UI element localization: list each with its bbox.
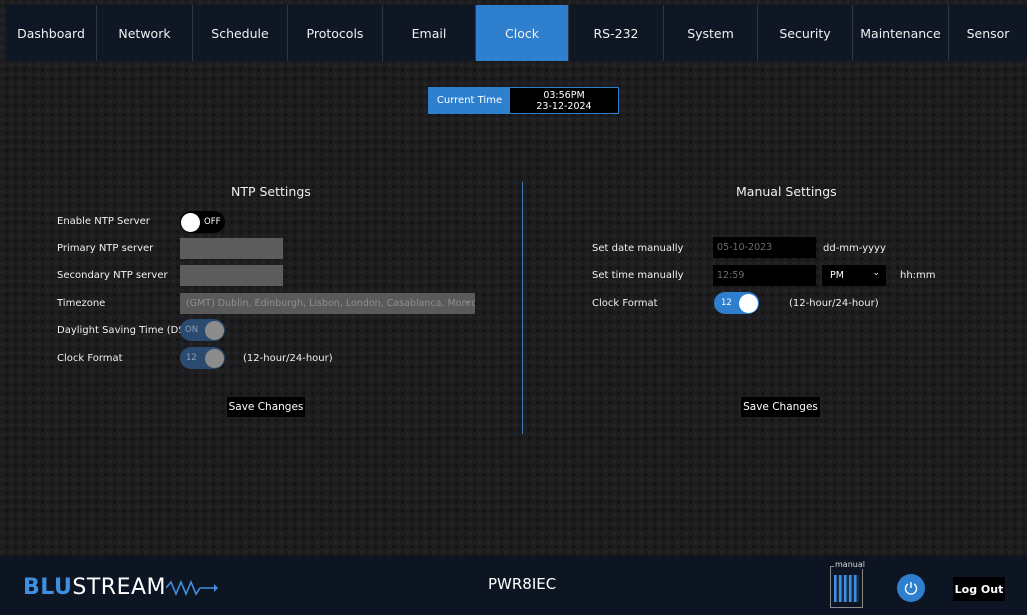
- toggle-knob: [739, 293, 758, 313]
- secondary-ntp-label: Secondary NTP server: [57, 270, 168, 281]
- toggle-knob: [181, 212, 200, 232]
- top-nav: Dashboard Network Schedule Protocols Ema…: [6, 5, 1027, 61]
- time-format-hint: hh:mm: [900, 270, 936, 281]
- manual-settings-title: Manual Settings: [736, 184, 837, 199]
- current-time-time: 03:56PM: [543, 89, 585, 101]
- ntp-clock-format-toggle[interactable]: 12: [180, 347, 225, 369]
- tab-dashboard[interactable]: Dashboard: [6, 5, 97, 61]
- power-icon: [904, 582, 918, 595]
- current-time-value: 03:56PM 23-12-2024: [510, 88, 618, 113]
- tab-email[interactable]: Email: [383, 5, 476, 61]
- ntp-save-button[interactable]: Save Changes: [227, 397, 305, 417]
- manual-qr-link[interactable]: manual: [830, 560, 866, 608]
- ampm-select[interactable]: PM ⌄: [822, 265, 886, 286]
- dst-toggle[interactable]: ON: [180, 319, 225, 341]
- logo-blu: BLU: [23, 575, 73, 600]
- tab-maintenance[interactable]: Maintenance: [853, 5, 949, 61]
- enable-ntp-toggle[interactable]: OFF: [180, 211, 225, 233]
- wave-arrow-icon: [166, 579, 218, 596]
- tab-sensor[interactable]: Sensor: [949, 5, 1027, 61]
- power-button[interactable]: [897, 574, 925, 602]
- ntp-clock-format-label: Clock Format: [57, 353, 123, 364]
- current-time-date: 23-12-2024: [536, 100, 592, 112]
- footer: BLU STREAM PWR8IEC manual Log Out: [0, 556, 1027, 615]
- blustream-logo: BLU STREAM: [23, 575, 218, 600]
- ampm-value: PM: [830, 270, 844, 281]
- time-input[interactable]: 12:59: [713, 265, 816, 286]
- tab-network[interactable]: Network: [97, 5, 193, 61]
- ntp-settings-title: NTP Settings: [231, 184, 311, 199]
- secondary-ntp-input[interactable]: [180, 265, 283, 286]
- logout-button[interactable]: Log Out: [953, 577, 1005, 601]
- tab-protocols[interactable]: Protocols: [288, 5, 383, 61]
- timezone-select[interactable]: (GMT) Dublin, Edinburgh, Lisbon, London,…: [180, 293, 475, 314]
- toggle-state: 12: [721, 298, 732, 308]
- toggle-state: 12: [186, 353, 197, 363]
- ntp-clock-format-hint: (12-hour/24-hour): [243, 353, 333, 364]
- chevron-down-icon: ⌄: [463, 296, 471, 306]
- dst-label: Daylight Saving Time (DST): [57, 325, 195, 336]
- primary-ntp-input[interactable]: [180, 238, 283, 259]
- tab-rs232[interactable]: RS-232: [569, 5, 664, 61]
- toggle-state: ON: [185, 325, 199, 335]
- manual-clock-format-label: Clock Format: [592, 298, 658, 309]
- chevron-down-icon: ⌄: [872, 268, 880, 278]
- enable-ntp-label: Enable NTP Server: [57, 216, 150, 227]
- toggle-state: OFF: [204, 217, 221, 227]
- date-format-hint: dd-mm-yyyy: [823, 243, 886, 254]
- toggle-knob: [205, 348, 224, 368]
- primary-ntp-label: Primary NTP server: [57, 243, 154, 254]
- manual-save-button[interactable]: Save Changes: [741, 397, 820, 417]
- manual-label: manual: [834, 560, 866, 569]
- timezone-value: (GMT) Dublin, Edinburgh, Lisbon, London,…: [186, 298, 475, 309]
- toggle-knob: [205, 320, 224, 340]
- section-divider: [522, 182, 523, 434]
- tab-system[interactable]: System: [664, 5, 758, 61]
- timezone-label: Timezone: [57, 298, 106, 309]
- tab-security[interactable]: Security: [758, 5, 853, 61]
- current-time-label: Current Time: [429, 88, 510, 113]
- device-name: PWR8IEC: [488, 575, 557, 593]
- qr-code-icon: [834, 575, 859, 602]
- set-date-label: Set date manually: [592, 243, 684, 254]
- manual-clock-format-hint: (12-hour/24-hour): [789, 298, 879, 309]
- tab-schedule[interactable]: Schedule: [193, 5, 288, 61]
- current-time-display: Current Time 03:56PM 23-12-2024: [428, 87, 619, 114]
- manual-clock-format-toggle[interactable]: 12: [714, 292, 759, 314]
- set-time-label: Set time manually: [592, 270, 684, 281]
- tab-clock[interactable]: Clock: [476, 5, 569, 61]
- logo-stream: STREAM: [72, 575, 166, 600]
- date-input[interactable]: 05-10-2023: [713, 237, 816, 258]
